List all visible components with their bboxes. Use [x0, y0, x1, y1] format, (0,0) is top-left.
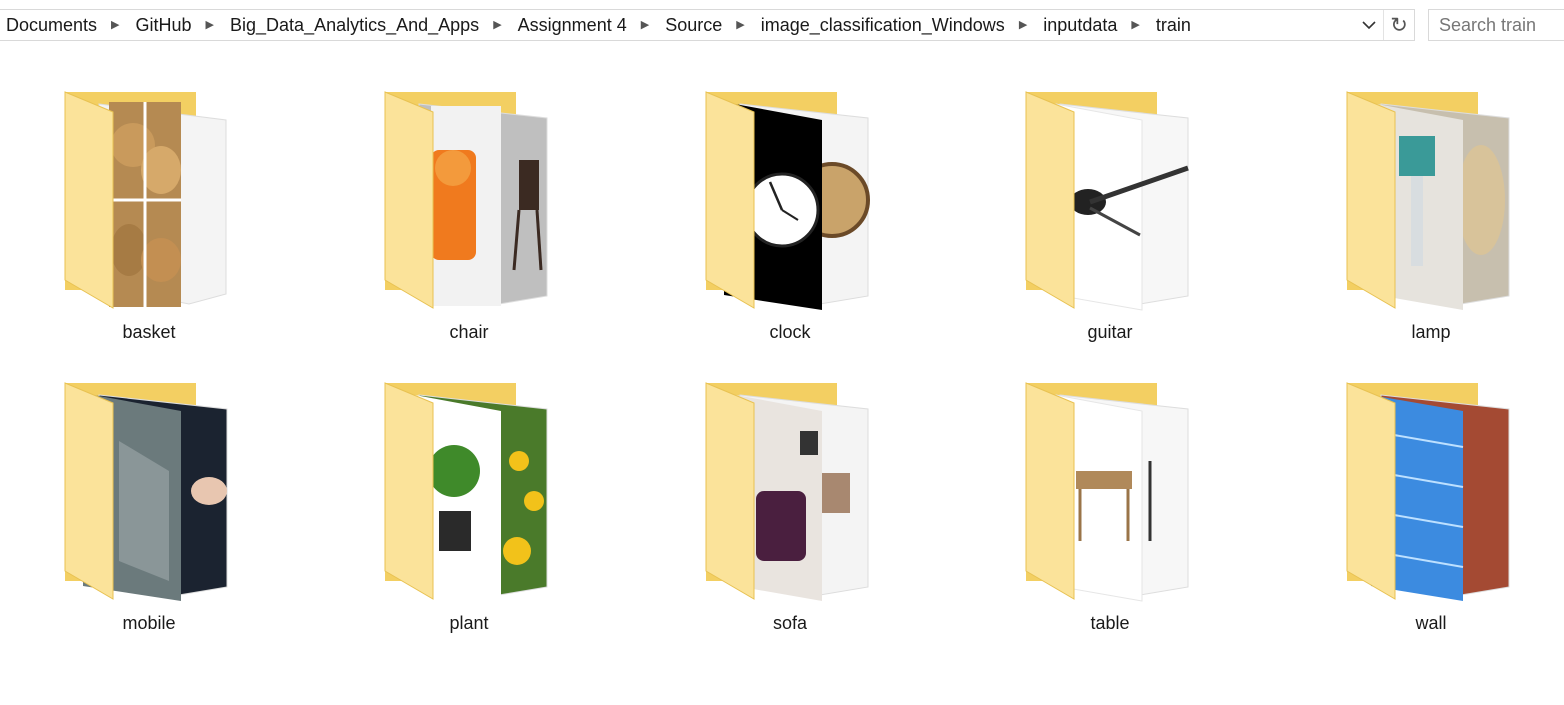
folder-icon — [1346, 91, 1510, 310]
folder-item-lamp[interactable]: lamp — [1331, 90, 1531, 360]
folder-label: guitar — [1087, 322, 1133, 342]
address-bar[interactable]: Documents ▶ GitHub ▶ Big_Data_Analytics_… — [0, 9, 1415, 41]
folder-label: basket — [122, 322, 176, 342]
folder-label: plant — [449, 613, 489, 633]
folder-label: table — [1090, 613, 1130, 633]
folder-label: clock — [769, 322, 811, 342]
folder-label: chair — [449, 322, 489, 342]
folder-label: lamp — [1411, 322, 1451, 342]
folder-item-sofa[interactable]: sofa — [690, 381, 890, 651]
breadcrumb-separator-icon[interactable]: ▶ — [1007, 10, 1037, 40]
breadcrumb-item-source[interactable]: Source — [659, 10, 724, 40]
breadcrumb-separator-icon[interactable]: ▶ — [194, 10, 224, 40]
folder-icon — [64, 382, 228, 601]
breadcrumb-item-image-classification[interactable]: image_classification_Windows — [755, 10, 1007, 40]
folder-item-table[interactable]: table — [1010, 381, 1210, 651]
breadcrumb-separator-icon[interactable]: ▶ — [1119, 10, 1149, 40]
breadcrumb-item-github[interactable]: GitHub — [130, 10, 194, 40]
folder-icon — [1025, 382, 1189, 602]
search-box[interactable] — [1428, 9, 1564, 41]
folder-label: sofa — [772, 613, 808, 633]
breadcrumb: Documents ▶ GitHub ▶ Big_Data_Analytics_… — [0, 10, 1355, 40]
breadcrumb-item-inputdata[interactable]: inputdata — [1037, 10, 1119, 40]
breadcrumb-separator-icon[interactable]: ▶ — [629, 10, 659, 40]
breadcrumb-item-big-data[interactable]: Big_Data_Analytics_And_Apps — [224, 10, 481, 40]
folder-icon — [64, 91, 227, 309]
search-input[interactable] — [1429, 13, 1564, 37]
address-history-chevron-down-icon[interactable] — [1355, 10, 1383, 40]
breadcrumb-separator-icon[interactable]: ▶ — [481, 10, 511, 40]
folder-item-basket[interactable]: basket — [49, 90, 249, 360]
breadcrumb-item-assignment-4[interactable]: Assignment 4 — [512, 10, 629, 40]
folder-item-wall[interactable]: wall — [1331, 381, 1531, 651]
breadcrumb-item-documents[interactable]: Documents — [0, 10, 99, 40]
folder-label: mobile — [122, 613, 176, 633]
folder-icon — [1025, 91, 1189, 311]
folder-icon — [705, 91, 870, 310]
folder-item-mobile[interactable]: mobile — [49, 381, 249, 651]
refresh-icon[interactable]: ↻ — [1383, 10, 1414, 40]
folder-icon — [384, 91, 548, 309]
folder-icon — [384, 382, 548, 601]
folder-icon — [1346, 382, 1510, 601]
folder-label: wall — [1415, 613, 1447, 633]
folder-item-chair[interactable]: chair — [369, 90, 569, 360]
folder-icon — [705, 382, 869, 601]
folder-item-plant[interactable]: plant — [369, 381, 569, 651]
breadcrumb-separator-icon[interactable]: ▶ — [724, 10, 754, 40]
folder-item-guitar[interactable]: guitar — [1010, 90, 1210, 360]
folder-item-clock[interactable]: clock — [690, 90, 890, 360]
breadcrumb-item-train[interactable]: train — [1150, 10, 1193, 40]
breadcrumb-separator-icon[interactable]: ▶ — [99, 10, 129, 40]
